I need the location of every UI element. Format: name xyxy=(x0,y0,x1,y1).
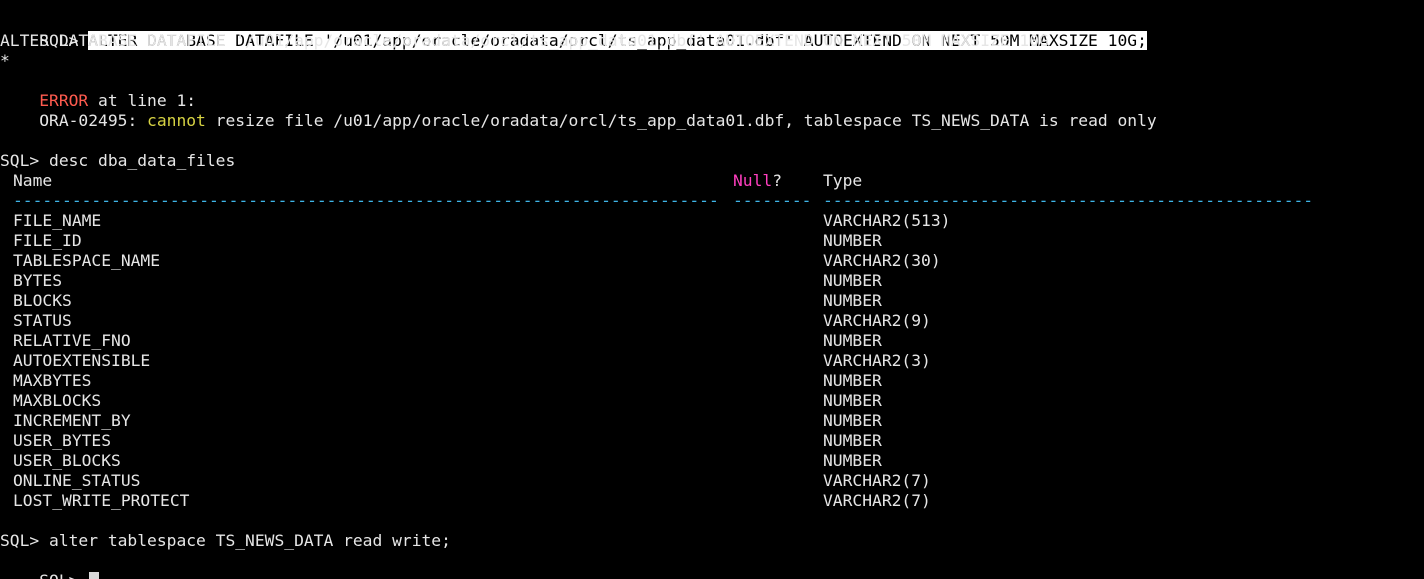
column-name: USER_BLOCKS xyxy=(13,451,121,470)
desc-column-row: USER_BYTES NUMBER xyxy=(0,431,1424,451)
terminal-line-alter-tablespace: SQL> alter tablespace TS_NEWS_DATA read … xyxy=(0,531,451,550)
desc-separator-row: ----------------------------------------… xyxy=(0,191,1424,211)
desc-column-row: MAXBLOCKS NUMBER xyxy=(0,391,1424,411)
column-type: NUMBER xyxy=(823,371,882,390)
desc-column-row: TABLESPACE_NAME VARCHAR2(30) xyxy=(0,251,1424,271)
column-type: NUMBER xyxy=(823,391,882,410)
column-type: NUMBER xyxy=(823,331,882,350)
column-name: STATUS xyxy=(13,311,72,330)
column-type: NUMBER xyxy=(823,291,882,310)
desc-column-row: STATUS VARCHAR2(9) xyxy=(0,311,1424,331)
column-name: RELATIVE_FNO xyxy=(13,331,131,350)
desc-column-row: AUTOEXTENSIBLE VARCHAR2(3) xyxy=(0,351,1424,371)
column-type: NUMBER xyxy=(823,411,882,430)
column-name: MAXBLOCKS xyxy=(13,391,102,410)
column-name: AUTOEXTENSIBLE xyxy=(13,351,151,370)
column-name: TABLESPACE_NAME xyxy=(13,251,161,270)
column-type: VARCHAR2(30) xyxy=(823,251,941,270)
column-name: FILE_ID xyxy=(13,231,82,250)
terminal-line-error-header: ERROR at line 1: xyxy=(0,71,1424,110)
desc-column-row: INCREMENT_BY NUMBER xyxy=(0,411,1424,431)
desc-column-row: BYTES NUMBER xyxy=(0,271,1424,291)
desc-separator-null: -------- xyxy=(733,191,812,210)
column-type: VARCHAR2(513) xyxy=(823,211,951,230)
column-type: NUMBER xyxy=(823,231,882,250)
column-type: VARCHAR2(3) xyxy=(823,351,931,370)
column-name: BYTES xyxy=(13,271,63,290)
sql-prompt: SQL> xyxy=(39,571,88,579)
desc-column-row: FILE_ID NUMBER xyxy=(0,231,1424,251)
terminal-line-desc-command: SQL> desc dba_data_files xyxy=(0,151,236,170)
column-name: INCREMENT_BY xyxy=(13,411,131,430)
desc-column-row: RELATIVE_FNO NUMBER xyxy=(0,331,1424,351)
desc-separator-name: ----------------------------------------… xyxy=(13,191,719,210)
desc-column-row: FILE_NAME VARCHAR2(513) xyxy=(0,211,1424,231)
column-name: USER_BYTES xyxy=(13,431,112,450)
terminal-line-error-marker: * xyxy=(0,51,10,70)
column-type: NUMBER xyxy=(823,431,882,450)
terminal-window[interactable]: SQL> ALTER DATABASE DATAFILE '/u01/app/o… xyxy=(0,0,1424,579)
text-cursor xyxy=(89,572,100,579)
desc-header-null: Null? xyxy=(733,171,783,190)
desc-header-row: Name Null? Type xyxy=(0,171,1424,191)
column-name: MAXBYTES xyxy=(13,371,92,390)
column-name: BLOCKS xyxy=(13,291,72,310)
column-type: VARCHAR2(7) xyxy=(823,491,931,510)
terminal-line-ora-error: ORA-02495: cannot resize file /u01/app/o… xyxy=(0,91,1424,130)
desc-column-row: USER_BLOCKS NUMBER xyxy=(0,451,1424,471)
column-type: VARCHAR2(7) xyxy=(823,471,931,490)
desc-separator-type: ----------------------------------------… xyxy=(823,191,1314,210)
desc-column-row: LOST_WRITE_PROTECT VARCHAR2(7) xyxy=(0,491,1424,511)
column-type: NUMBER xyxy=(823,271,882,290)
desc-header-type: Type xyxy=(823,171,863,190)
terminal-line-input-prompt[interactable]: SQL> xyxy=(0,551,1424,579)
column-name: LOST_WRITE_PROTECT xyxy=(13,491,190,510)
column-type: VARCHAR2(9) xyxy=(823,311,931,330)
column-name: ONLINE_STATUS xyxy=(13,471,141,490)
desc-column-row: ONLINE_STATUS VARCHAR2(7) xyxy=(0,471,1424,491)
terminal-line-echo: ALTER DATABASE DATAFILE '/u01/app/oracle… xyxy=(0,31,1049,50)
desc-column-row: MAXBYTES NUMBER xyxy=(0,371,1424,391)
column-name: FILE_NAME xyxy=(13,211,102,230)
desc-header-name: Name xyxy=(13,171,53,190)
desc-column-row: BLOCKS NUMBER xyxy=(0,291,1424,311)
terminal-line-alter-command: SQL> ALTER DATABASE DATAFILE '/u01/app/o… xyxy=(0,11,1424,50)
column-type: NUMBER xyxy=(823,451,882,470)
